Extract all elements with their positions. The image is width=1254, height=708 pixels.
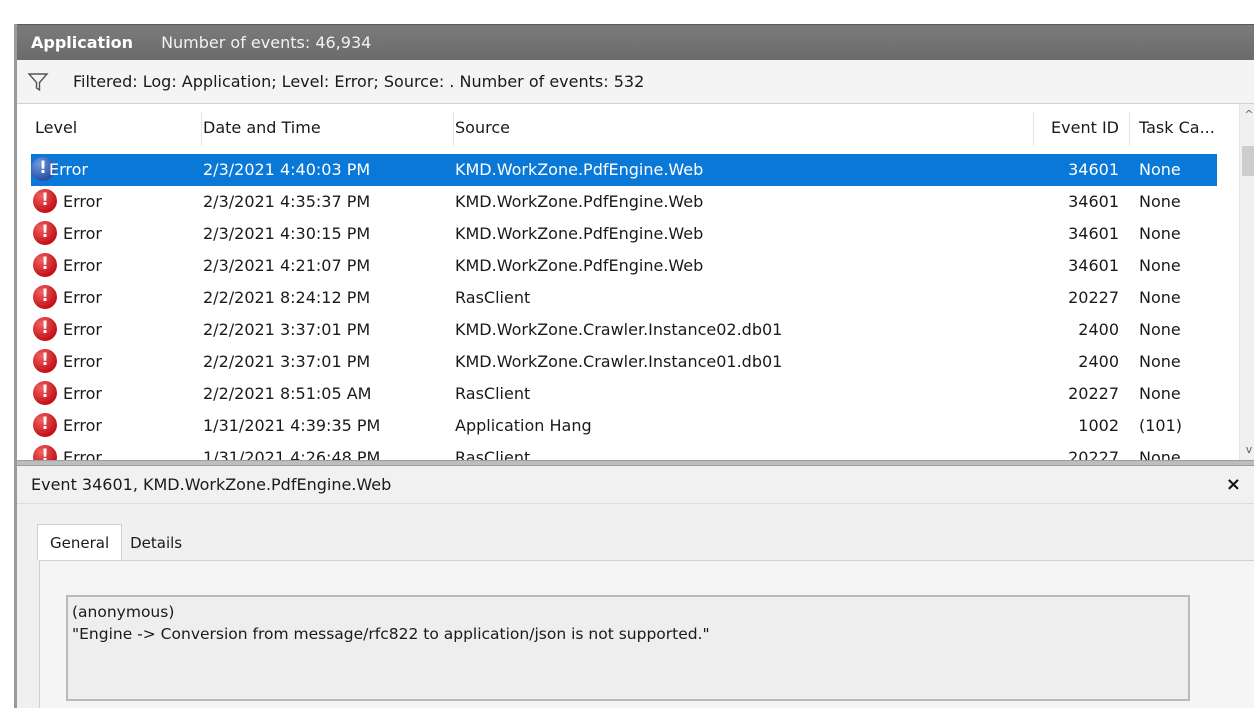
row-date: 2/2/2021 8:24:12 PM <box>203 288 371 307</box>
events-table: Level Date and Time Source Event ID Task… <box>17 104 1239 460</box>
funnel-icon <box>27 72 49 91</box>
table-header: Level Date and Time Source Event ID Task… <box>17 104 1239 154</box>
log-header-bar: Application Number of events: 46,934 <box>17 24 1254 60</box>
row-task-category: None <box>1139 352 1181 371</box>
row-source: KMD.WorkZone.Crawler.Instance01.db01 <box>455 352 783 371</box>
error-icon <box>33 445 57 460</box>
scroll-thumb[interactable] <box>1242 146 1254 176</box>
row-date: 2/3/2021 4:35:37 PM <box>203 192 371 211</box>
tab-details[interactable]: Details <box>122 528 190 560</box>
row-source: RasClient <box>455 384 531 403</box>
error-icon <box>33 349 57 373</box>
row-source: RasClient <box>455 288 531 307</box>
error-icon <box>33 221 57 245</box>
row-source: KMD.WorkZone.PdfEngine.Web <box>455 160 704 179</box>
row-event-id: 1002 <box>1078 416 1119 435</box>
event-message-box[interactable]: (anonymous) "Engine -> Conversion from m… <box>66 595 1190 701</box>
log-title: Application <box>31 33 134 52</box>
event-count: Number of events: 46,934 <box>161 33 372 52</box>
table-row[interactable]: Error 2/2/2021 3:37:01 PM KMD.WorkZone.C… <box>17 314 1217 346</box>
row-source: KMD.WorkZone.PdfEngine.Web <box>455 224 704 243</box>
column-header-date[interactable]: Date and Time <box>203 118 321 137</box>
row-task-category: None <box>1139 224 1181 243</box>
row-level: Error <box>49 160 88 179</box>
row-event-id: 34601 <box>1068 192 1119 211</box>
row-level: Error <box>63 448 102 460</box>
row-level: Error <box>63 192 102 211</box>
message-line: (anonymous) <box>72 603 175 621</box>
scroll-down-arrow-icon[interactable]: v <box>1240 443 1254 456</box>
table-row[interactable]: Error 2/3/2021 4:21:07 PM KMD.WorkZone.P… <box>17 250 1217 282</box>
row-task-category: None <box>1139 256 1181 275</box>
error-icon <box>33 253 57 277</box>
row-level: Error <box>63 288 102 307</box>
event-detail-title: Event 34601, KMD.WorkZone.PdfEngine.Web <box>31 475 392 494</box>
general-tab-panel: (anonymous) "Engine -> Conversion from m… <box>39 560 1254 708</box>
detail-tabs: General Details <box>37 524 190 560</box>
message-line: "Engine -> Conversion from message/rfc82… <box>72 625 710 643</box>
column-header-level[interactable]: Level <box>35 118 77 137</box>
row-event-id: 2400 <box>1078 352 1119 371</box>
error-icon <box>33 317 57 341</box>
row-task-category: None <box>1139 192 1181 211</box>
row-level: Error <box>63 320 102 339</box>
error-icon <box>33 381 57 405</box>
row-date: 2/2/2021 8:51:05 AM <box>203 384 372 403</box>
column-header-event-id[interactable]: Event ID <box>1027 118 1119 137</box>
row-source: Application Hang <box>455 416 592 435</box>
row-source: KMD.WorkZone.PdfEngine.Web <box>455 256 704 275</box>
row-date: 2/2/2021 3:37:01 PM <box>203 320 371 339</box>
row-date: 2/3/2021 4:30:15 PM <box>203 224 371 243</box>
row-source: KMD.WorkZone.PdfEngine.Web <box>455 192 704 211</box>
error-icon <box>33 285 57 309</box>
row-level: Error <box>63 416 102 435</box>
column-header-source[interactable]: Source <box>455 118 510 137</box>
error-icon <box>33 189 57 213</box>
table-row[interactable]: Error 2/3/2021 4:35:37 PM KMD.WorkZone.P… <box>17 186 1217 218</box>
row-level: Error <box>63 352 102 371</box>
row-event-id: 34601 <box>1068 256 1119 275</box>
table-row[interactable]: Error 1/31/2021 4:39:35 PM Application H… <box>17 410 1217 442</box>
table-row[interactable]: Error 2/3/2021 4:40:03 PM KMD.WorkZone.P… <box>31 154 1217 186</box>
row-task-category: (101) <box>1139 416 1183 435</box>
row-task-category: None <box>1139 160 1181 179</box>
table-row[interactable]: Error 2/2/2021 8:24:12 PM RasClient 2022… <box>17 282 1217 314</box>
row-task-category: None <box>1139 448 1181 460</box>
event-detail-body: General Details (anonymous) "Engine -> C… <box>17 504 1254 708</box>
close-icon[interactable]: × <box>1226 474 1241 495</box>
column-header-task-category[interactable]: Task Ca... <box>1139 118 1215 137</box>
row-date: 2/3/2021 4:21:07 PM <box>203 256 371 275</box>
row-level: Error <box>63 384 102 403</box>
row-task-category: None <box>1139 320 1181 339</box>
table-row[interactable]: Error 2/2/2021 3:37:01 PM KMD.WorkZone.C… <box>17 346 1217 378</box>
row-date: 1/31/2021 4:26:48 PM <box>203 448 381 460</box>
table-row[interactable]: Error 2/2/2021 8:51:05 AM RasClient 2022… <box>17 378 1217 410</box>
event-viewer-pane: Application Number of events: 46,934 Fil… <box>14 24 1254 708</box>
error-icon <box>33 413 57 437</box>
row-task-category: None <box>1139 384 1181 403</box>
row-event-id: 20227 <box>1068 448 1119 460</box>
filter-bar: Filtered: Log: Application; Level: Error… <box>17 60 1254 104</box>
row-date: 2/2/2021 3:37:01 PM <box>203 352 371 371</box>
row-level: Error <box>63 224 102 243</box>
row-source: RasClient <box>455 448 531 460</box>
table-row[interactable]: Error 2/3/2021 4:30:15 PM KMD.WorkZone.P… <box>17 218 1217 250</box>
row-event-id: 2400 <box>1078 320 1119 339</box>
row-level: Error <box>63 256 102 275</box>
row-event-id: 34601 <box>1068 224 1119 243</box>
event-detail-header: Event 34601, KMD.WorkZone.PdfEngine.Web … <box>17 466 1254 504</box>
row-event-id: 20227 <box>1068 288 1119 307</box>
filter-description: Filtered: Log: Application; Level: Error… <box>73 72 645 91</box>
row-date: 2/3/2021 4:40:03 PM <box>203 160 371 179</box>
scroll-up-arrow-icon[interactable]: ^ <box>1240 108 1254 121</box>
row-source: KMD.WorkZone.Crawler.Instance02.db01 <box>455 320 783 339</box>
row-event-id: 20227 <box>1068 384 1119 403</box>
row-event-id: 34601 <box>1068 160 1119 179</box>
tab-general[interactable]: General <box>37 524 123 560</box>
table-scrollbar[interactable]: ^ v <box>1239 104 1254 460</box>
table-row[interactable]: Error 1/31/2021 4:26:48 PM RasClient 202… <box>17 442 1217 460</box>
row-task-category: None <box>1139 288 1181 307</box>
row-date: 1/31/2021 4:39:35 PM <box>203 416 381 435</box>
